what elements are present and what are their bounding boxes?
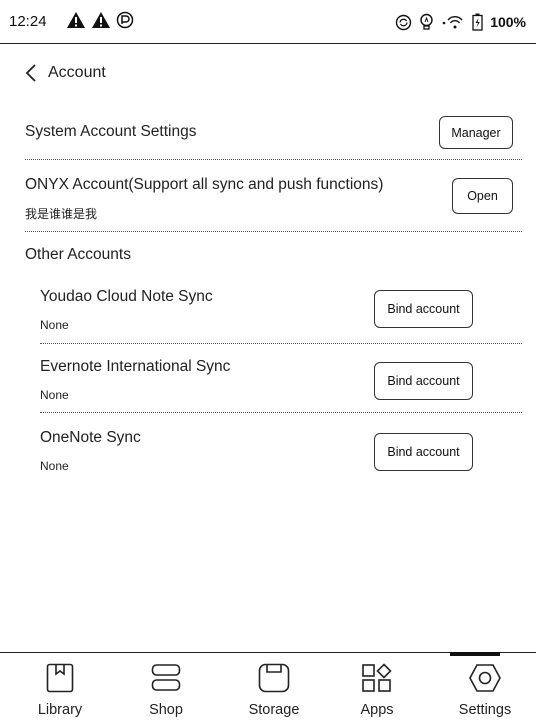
- onyx-account-title: ONYX Account(Support all sync and push f…: [25, 176, 384, 193]
- manager-button[interactable]: Manager: [439, 116, 513, 149]
- active-tab-indicator: [450, 652, 500, 656]
- bottom-navigation: Library Shop Storage Apps Settings: [0, 652, 536, 723]
- nav-settings[interactable]: Settings: [445, 653, 525, 724]
- status-bar: 12:24 100%: [0, 0, 536, 44]
- nav-storage[interactable]: Storage: [234, 653, 314, 724]
- onenote-sync-status: None: [40, 459, 69, 473]
- divider: [25, 159, 522, 160]
- storage-icon: [258, 663, 290, 693]
- divider: [25, 231, 522, 232]
- evernote-sync-status: None: [40, 388, 69, 402]
- youdao-sync-status: None: [40, 318, 69, 332]
- bind-evernote-button[interactable]: Bind account: [374, 362, 473, 400]
- settings-icon: [469, 664, 501, 692]
- evernote-sync-title: Evernote International Sync: [40, 358, 231, 375]
- nav-settings-label: Settings: [458, 702, 512, 718]
- status-left-icons: [66, 11, 134, 29]
- apps-icon: [362, 663, 392, 692]
- onyx-account-username: 我是谁谁是我: [25, 207, 98, 221]
- pocket-icon: [116, 11, 134, 29]
- back-button[interactable]: Account: [24, 60, 106, 86]
- wifi-icon: [442, 16, 463, 29]
- nav-library[interactable]: Library: [20, 653, 100, 724]
- shop-icon: [151, 664, 181, 691]
- system-account-row: System Account Settings Manager: [25, 116, 521, 150]
- open-button[interactable]: Open: [452, 178, 513, 214]
- youdao-sync-title: Youdao Cloud Note Sync: [40, 288, 213, 305]
- onenote-sync-row: OneNote Sync None Bind account: [40, 427, 520, 477]
- battery-level: 100%: [490, 14, 526, 30]
- nav-library-label: Library: [37, 702, 83, 718]
- bulb-icon: [420, 13, 433, 30]
- page-title: Account: [48, 64, 106, 81]
- sync-icon: [395, 14, 412, 30]
- chevron-left-icon: [25, 64, 36, 82]
- divider: [40, 412, 522, 413]
- youdao-sync-row: Youdao Cloud Note Sync None Bind account: [40, 286, 520, 336]
- library-icon: [46, 663, 74, 693]
- warning-icon: [67, 12, 85, 28]
- nav-shop[interactable]: Shop: [126, 653, 206, 724]
- nav-apps-label: Apps: [360, 702, 394, 718]
- onenote-sync-title: OneNote Sync: [40, 429, 141, 446]
- nav-apps[interactable]: Apps: [337, 653, 417, 724]
- bind-onenote-button[interactable]: Bind account: [374, 433, 473, 471]
- system-account-title: System Account Settings: [25, 123, 197, 140]
- nav-shop-label: Shop: [149, 702, 183, 718]
- warning-icon: [92, 12, 110, 28]
- bind-youdao-button[interactable]: Bind account: [374, 290, 473, 328]
- battery-icon: [472, 13, 483, 31]
- other-accounts-heading: Other Accounts: [25, 246, 131, 263]
- status-right-icons: 100%: [395, 13, 526, 31]
- divider: [40, 343, 522, 344]
- nav-storage-label: Storage: [248, 702, 300, 718]
- status-time: 12:24: [9, 13, 47, 30]
- onyx-account-row: ONYX Account(Support all sync and push f…: [25, 174, 521, 221]
- evernote-sync-row: Evernote International Sync None Bind ac…: [40, 356, 520, 406]
